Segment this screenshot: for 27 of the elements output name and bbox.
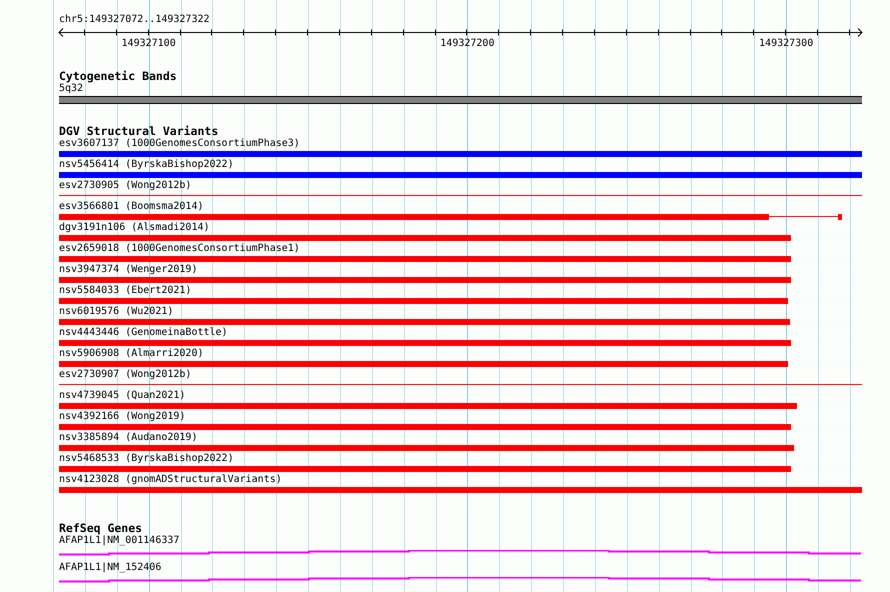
tick-label: 149327200	[440, 38, 494, 50]
variant-label: nsv5468533 (ByrskaBishop2022)	[59, 453, 235, 465]
variant-label: esv3607137 (1000GenomesConsortiumPhase3)	[59, 138, 301, 150]
variant-label: nsv4123028 (gnomADStructuralVariants)	[59, 474, 283, 486]
gene-label: AFAP1L1|NM_152406	[59, 562, 162, 574]
variant-label: nsv3947374 (Wenger2019)	[59, 264, 198, 276]
tick-label: 149327100	[122, 38, 176, 50]
variant-label: nsv5906908 (Almarri2020)	[59, 348, 204, 360]
variant-label: dgv3191n106 (Alsmadi2014)	[59, 222, 211, 234]
variant-label: nsv4739045 (Quan2021)	[59, 390, 186, 402]
variant-label: nsv5584033 (Ebert2021)	[59, 285, 192, 297]
track-title: DGV Structural Variants	[59, 125, 220, 138]
variant-label: esv2659018 (1000GenomesConsortiumPhase1)	[59, 243, 301, 255]
tick-label: 149327300	[759, 38, 814, 50]
location-label: chr5:149327072..149327322	[59, 13, 211, 27]
gene-label: AFAP1L1|NM_001146337	[59, 535, 180, 547]
variant-label: esv2730907 (Wong2012b)	[59, 369, 192, 381]
band-label: 5q32	[59, 83, 84, 95]
variant-label: nsv3385894 (Audano2019)	[59, 432, 198, 444]
track-title: RefSeq Genes	[59, 522, 144, 535]
variant-label: nsv4443446 (GenomeinaBottle)	[59, 327, 229, 339]
variant-label: esv2730905 (Wong2012b)	[59, 180, 192, 192]
variant-label: nsv4392166 (Wong2019)	[59, 411, 186, 423]
variant-label: nsv5456414 (ByrskaBishop2022)	[59, 159, 235, 171]
variant-label: nsv6019576 (Wu2021)	[59, 306, 174, 318]
variant-label: esv3566801 (Boomsma2014)	[59, 201, 204, 213]
track-title: Cytogenetic Bands	[59, 70, 178, 83]
